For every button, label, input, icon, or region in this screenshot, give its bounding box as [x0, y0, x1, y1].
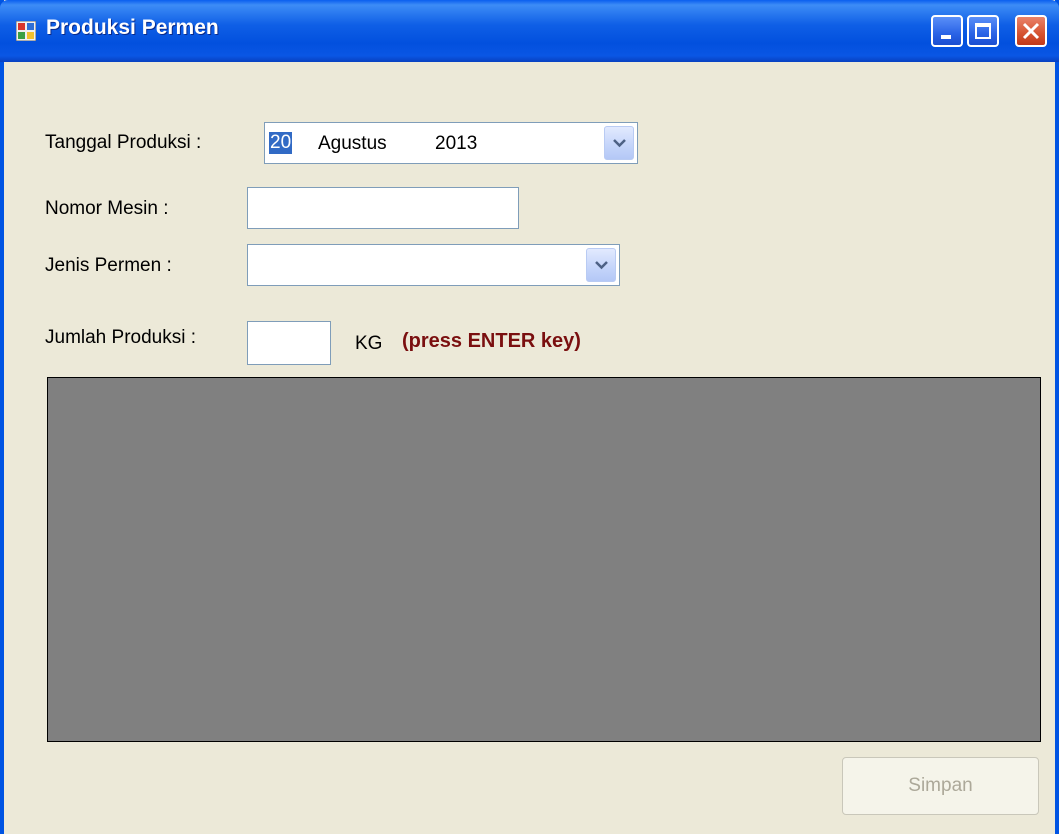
jenis-dropdown-button[interactable] — [586, 248, 616, 282]
close-button[interactable] — [1015, 15, 1047, 47]
date-day-field[interactable]: 20 — [269, 132, 293, 154]
unit-label: KG — [355, 333, 383, 354]
jenis-permen-select[interactable] — [247, 244, 620, 286]
close-icon — [1022, 22, 1040, 40]
nomor-mesin-label: Nomor Mesin : — [45, 198, 169, 219]
enter-key-hint: (press ENTER key) — [402, 330, 581, 352]
date-year-field[interactable]: 2013 — [435, 133, 477, 155]
simpan-button[interactable]: Simpan — [842, 757, 1039, 815]
nomor-mesin-input[interactable] — [247, 187, 519, 229]
maximize-button[interactable] — [967, 15, 999, 47]
maximize-icon — [975, 23, 991, 39]
date-month-field[interactable]: Agustus — [318, 133, 387, 155]
tanggal-produksi-label: Tanggal Produksi : — [45, 132, 202, 153]
main-window: Produksi Permen Tanggal Produksi : 20 Ag… — [0, 0, 1059, 834]
jumlah-produksi-input[interactable] — [247, 321, 331, 365]
chevron-down-icon — [613, 139, 626, 148]
data-grid[interactable] — [47, 377, 1041, 742]
jenis-permen-label: Jenis Permen : — [45, 255, 172, 276]
date-dropdown-button[interactable] — [604, 126, 634, 160]
title-bar[interactable]: Produksi Permen — [0, 0, 1059, 62]
tanggal-produksi-datepicker[interactable]: 20 Agustus 2013 — [264, 122, 638, 164]
minimize-icon — [941, 35, 951, 39]
minimize-button[interactable] — [931, 15, 963, 47]
window-title: Produksi Permen — [46, 16, 219, 39]
app-icon — [16, 21, 36, 41]
jumlah-produksi-label: Jumlah Produksi : — [45, 327, 197, 348]
chevron-down-icon — [595, 261, 608, 270]
